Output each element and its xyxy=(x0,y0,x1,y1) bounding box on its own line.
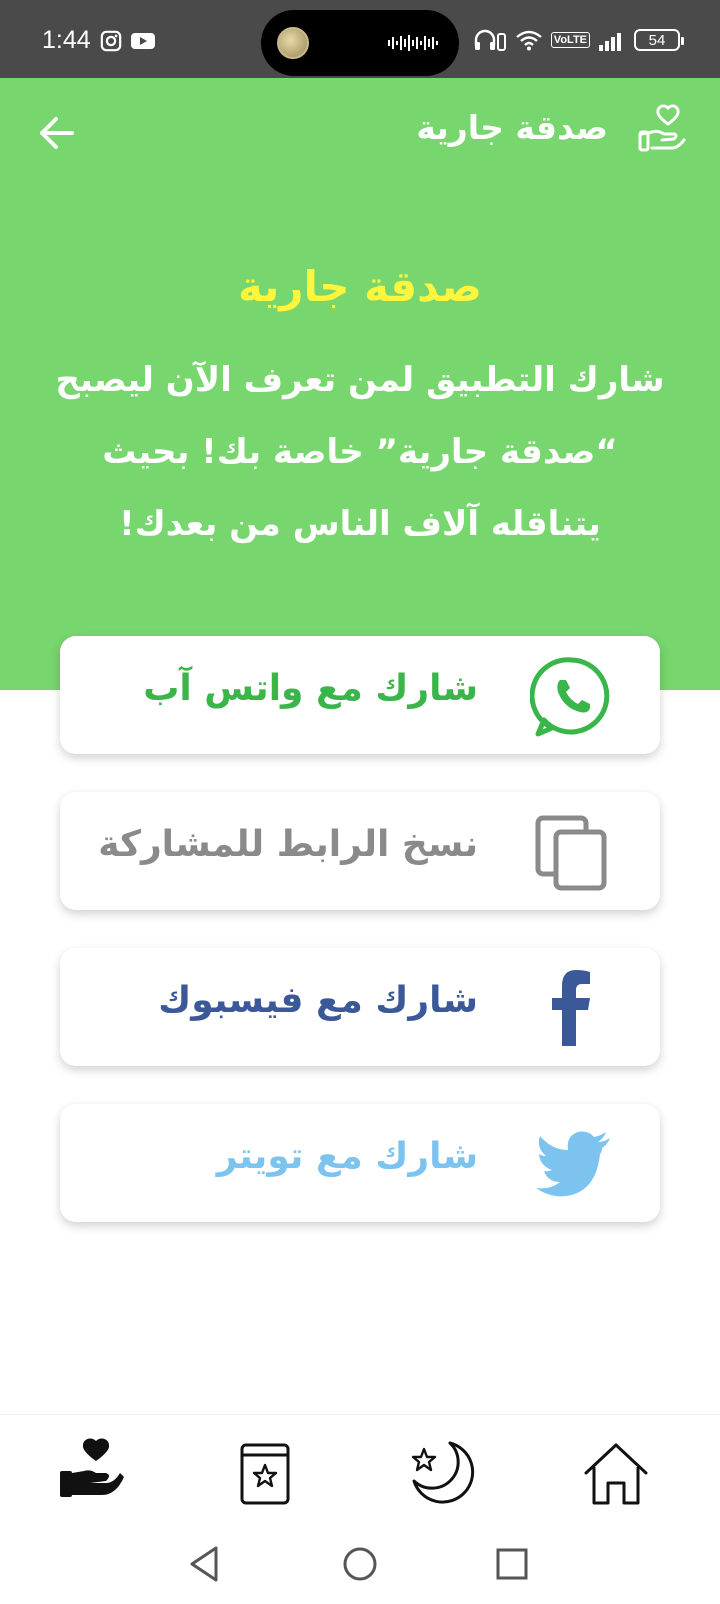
youtube-icon xyxy=(131,33,155,49)
facebook-icon xyxy=(552,970,590,1046)
share-twitter-label: شارك مع تويتر xyxy=(216,1136,478,1177)
instagram-icon xyxy=(100,30,122,52)
share-facebook-button[interactable]: شارك مع فيسبوك xyxy=(60,948,660,1066)
volte-indicator: VoLTE xyxy=(550,32,590,48)
copy-link-label: نسخ الرابط للمشاركة xyxy=(98,824,478,865)
media-avatar xyxy=(277,27,309,59)
battery-indicator: 54 xyxy=(634,29,684,51)
system-navigation-bar xyxy=(0,1532,720,1604)
camera-island xyxy=(261,10,459,76)
share-whatsapp-label: شارك مع واتس آب xyxy=(143,668,478,709)
signal-icon xyxy=(599,33,621,51)
arrow-left-icon[interactable] xyxy=(36,112,78,154)
copy-link-button[interactable]: نسخ الرابط للمشاركة xyxy=(60,792,660,910)
home-circle-icon[interactable] xyxy=(338,1542,382,1586)
whatsapp-icon xyxy=(530,657,610,737)
heart-hand-icon xyxy=(638,104,686,152)
battery-level: 54 xyxy=(648,31,666,49)
headphones-icon xyxy=(474,29,506,51)
moon-star-icon[interactable] xyxy=(404,1437,476,1509)
page-title: صدقة جارية xyxy=(416,108,608,147)
back-triangle-icon[interactable] xyxy=(184,1542,228,1586)
share-whatsapp-button[interactable]: شارك مع واتس آب xyxy=(60,636,660,754)
share-facebook-label: شارك مع فيسبوك xyxy=(158,980,478,1021)
wifi-icon xyxy=(516,30,542,51)
twitter-icon xyxy=(536,1131,610,1197)
book-star-icon[interactable] xyxy=(228,1437,300,1509)
bottom-navigation xyxy=(0,1414,720,1532)
hero-title: صدقة جارية xyxy=(238,262,482,311)
home-icon[interactable] xyxy=(580,1437,652,1509)
heart-hand-icon[interactable] xyxy=(56,1437,128,1509)
status-bar: 1:44 VoLTE 54 xyxy=(0,0,720,78)
hero-description: شارك التطبيق لمن تعرف الآن ليصبح “صدقة ج… xyxy=(55,360,665,544)
copy-icon xyxy=(535,815,607,891)
status-time: 1:44 xyxy=(42,26,91,54)
share-twitter-button[interactable]: شارك مع تويتر xyxy=(60,1104,660,1222)
recents-square-icon[interactable] xyxy=(490,1542,534,1586)
header: صدقة جارية صدقة جارية شارك التطبيق لمن ت… xyxy=(0,78,720,690)
audio-wave-icon xyxy=(388,35,438,51)
status-right-icons: VoLTE 54 xyxy=(473,28,684,52)
screen: 1:44 VoLTE 54 صدقة جارية صدقة جارية شارك… xyxy=(0,0,720,1604)
